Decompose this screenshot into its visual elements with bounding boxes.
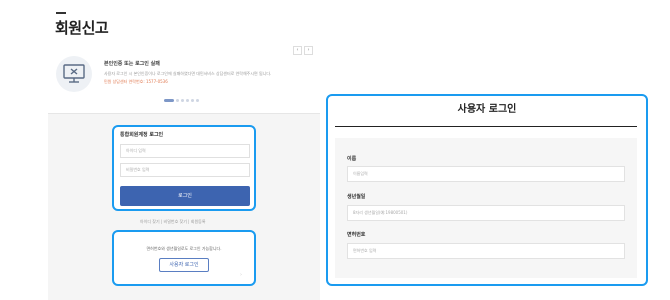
- id-input[interactable]: 아이디 입력: [120, 144, 250, 158]
- pagination-dot[interactable]: [164, 99, 174, 102]
- modal-divider: [335, 126, 637, 127]
- slide-pagination[interactable]: [164, 99, 199, 102]
- chevron-right-icon: ›: [240, 272, 242, 278]
- page-title: 회원신고: [55, 19, 109, 37]
- pagination-dot[interactable]: [191, 99, 194, 102]
- notice-contact: 민원 상담센터 연락번호: 1577-0536: [104, 79, 168, 84]
- birthdate-input[interactable]: 8자리 생년월일(예:19800501): [347, 205, 625, 221]
- pagination-dot[interactable]: [196, 99, 199, 102]
- name-label: 이름: [347, 156, 357, 162]
- pagination-dot[interactable]: [186, 99, 189, 102]
- login-button[interactable]: 로그인: [120, 186, 250, 206]
- pagination-dot[interactable]: [176, 99, 179, 102]
- monitor-error-icon: [62, 62, 86, 90]
- license-number-label: 면허번호: [347, 232, 366, 238]
- prev-slide-button[interactable]: ‹: [293, 46, 302, 55]
- user-login-button[interactable]: 사용자 로그인: [159, 258, 209, 272]
- pagination-dot[interactable]: [181, 99, 184, 102]
- alt-login-text: 면허번호와 생년월일로도 로그인 가능합니다.: [146, 246, 222, 251]
- license-number-input[interactable]: 면허번호 입력: [347, 243, 625, 259]
- next-slide-button[interactable]: ›: [304, 46, 313, 55]
- notice-title: 본인인증 또는 로그인 실패: [104, 61, 160, 67]
- modal-title: 사용자 로그인: [457, 104, 517, 115]
- birthdate-label: 생년월일: [347, 194, 366, 200]
- title-accent-bar: [56, 12, 66, 14]
- password-input[interactable]: 비밀번호 입력: [120, 163, 250, 177]
- account-help-links[interactable]: 아이디 찾기 | 비밀번호 찾기 | 회원등록: [140, 219, 206, 225]
- notice-description: 사용자 로그인 시 본인인증이나 로그인에 실패하였다면 대민서비스 상담센터로…: [104, 71, 272, 76]
- login-card-title: 통합회원계정 로그인: [120, 132, 164, 138]
- name-input[interactable]: 이름입력: [347, 166, 625, 182]
